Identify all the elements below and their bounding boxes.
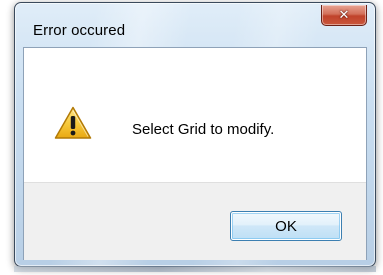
warning-icon [54, 106, 92, 139]
error-message: Select Grid to modify. [132, 121, 275, 138]
close-icon: ✕ [338, 7, 350, 23]
button-bar: OK [24, 182, 366, 260]
dialog-title: Error occured [33, 22, 126, 39]
dialog-client-area: Select Grid to modify. OK [23, 47, 367, 260]
message-area: Select Grid to modify. [24, 48, 366, 182]
error-dialog-window: Error occured ✕ Select Grid to modify. O… [14, 2, 376, 267]
close-button[interactable]: ✕ [321, 5, 367, 26]
ok-button[interactable]: OK [230, 211, 342, 241]
window-shadow-strip [14, 266, 376, 272]
screen: Error occured ✕ Select Grid to modify. O… [0, 0, 383, 275]
title-bar[interactable]: Error occured ✕ [15, 3, 375, 47]
